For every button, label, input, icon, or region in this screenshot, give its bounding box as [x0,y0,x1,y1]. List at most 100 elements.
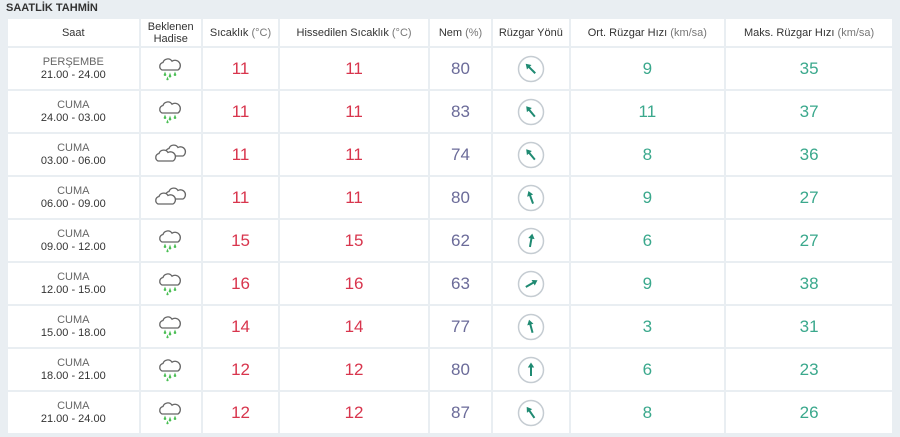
header-wind-direction: Rüzgar Yönü [493,19,569,46]
weather-icon-cell [140,349,201,390]
time-range: 21.00 - 24.00 [40,68,106,81]
cloudy-icon [154,143,186,162]
time-range: 15.00 - 18.00 [40,326,106,339]
header-max-wind-speed: Maks. Rüzgar Hızı (km/sa) [726,19,892,46]
wind-direction-arrow-icon [517,184,545,211]
humidity-value: 80 [429,177,492,218]
time-range: 24.00 - 03.00 [40,111,106,124]
temperature-value: 11 [202,48,279,89]
wind-direction-cell [493,48,569,89]
wind-direction-cell [493,349,569,390]
wind-direction-cell [493,134,569,175]
time-cell: CUMA 09.00 - 12.00 [8,220,139,261]
weather-icon-cell [140,263,201,304]
time-cell: CUMA 24.00 - 03.00 [8,91,139,132]
temperature-value: 11 [202,177,279,218]
humidity-value: 77 [429,306,492,347]
temperature-value: 12 [202,392,279,433]
time-range: 21.00 - 24.00 [40,412,106,425]
max-wind-speed-value: 37 [726,91,892,132]
max-wind-speed-value: 27 [726,220,892,261]
header-row: Saat Beklenen Hadise Sıcaklık (°C) Hissed… [8,19,892,46]
table-row: CUMA 15.00 - 18.00 14 14 77 3 31 [8,306,892,347]
avg-wind-speed-value: 9 [570,263,725,304]
day-label: CUMA [57,270,90,283]
temperature-value: 14 [202,306,279,347]
header-feels-like: Hissedilen Sıcaklık (°C) [280,19,428,46]
feels-like-value: 11 [280,177,428,218]
day-label: CUMA [57,184,90,197]
wind-direction-cell [493,306,569,347]
hourly-forecast-table: Saat Beklenen Hadise Sıcaklık (°C) Hissed… [6,17,894,435]
temperature-value: 16 [202,263,279,304]
humidity-value: 87 [429,392,492,433]
humidity-value: 80 [429,48,492,89]
header-expected-event: Beklenen Hadise [140,19,201,46]
feels-like-value: 11 [280,134,428,175]
time-range: 06.00 - 09.00 [40,197,106,210]
feels-like-value: 15 [280,220,428,261]
day-label: CUMA [57,141,90,154]
wind-direction-arrow-icon [517,55,545,82]
time-range: 09.00 - 12.00 [40,240,106,253]
humidity-value: 74 [429,134,492,175]
time-cell: CUMA 03.00 - 06.00 [8,134,139,175]
wind-direction-arrow-icon [517,399,545,426]
day-label: CUMA [57,313,90,326]
time-cell: PERŞEMBE 21.00 - 24.00 [8,48,139,89]
weather-icon-cell [140,220,201,261]
time-cell: CUMA 18.00 - 21.00 [8,349,139,390]
rain-cloud-icon [158,315,181,338]
feels-like-value: 11 [280,48,428,89]
feels-like-value: 14 [280,306,428,347]
max-wind-speed-value: 27 [726,177,892,218]
day-label: CUMA [57,227,90,240]
day-label: CUMA [57,356,90,369]
wind-direction-arrow-icon [517,313,545,340]
avg-wind-speed-value: 9 [570,177,725,218]
time-range: 18.00 - 21.00 [40,369,106,382]
temperature-value: 15 [202,220,279,261]
day-label: CUMA [57,98,90,111]
max-wind-speed-value: 26 [726,392,892,433]
day-label: CUMA [57,399,90,412]
time-cell: CUMA 12.00 - 15.00 [8,263,139,304]
rain-cloud-icon [158,229,181,252]
time-cell: CUMA 15.00 - 18.00 [8,306,139,347]
weather-icon-cell [140,48,201,89]
header-humidity: Nem (%) [429,19,492,46]
weather-icon-cell [140,306,201,347]
day-label: PERŞEMBE [42,55,104,68]
rain-cloud-icon [158,57,181,80]
weather-icon-cell [140,91,201,132]
wind-direction-arrow-icon [517,98,545,125]
time-range: 12.00 - 15.00 [40,283,106,296]
table-row: CUMA 24.00 - 03.00 11 11 83 11 37 [8,91,892,132]
table-row: PERŞEMBE 21.00 - 24.00 11 11 80 9 35 [8,48,892,89]
avg-wind-speed-value: 6 [570,349,725,390]
header-time: Saat [8,19,139,46]
section-title: SAATLİK TAHMİN [6,2,98,14]
temperature-value: 12 [202,349,279,390]
table-row: CUMA 09.00 - 12.00 15 15 62 6 27 [8,220,892,261]
temperature-value: 11 [202,134,279,175]
header-temperature: Sıcaklık (°C) [202,19,279,46]
rain-cloud-icon [158,401,181,424]
cloudy-icon [154,186,186,205]
time-range: 03.00 - 06.00 [40,154,106,167]
feels-like-value: 12 [280,349,428,390]
wind-direction-cell [493,91,569,132]
max-wind-speed-value: 35 [726,48,892,89]
weather-icon-cell [140,134,201,175]
wind-direction-cell [493,220,569,261]
weather-icon-cell [140,392,201,433]
temperature-value: 11 [202,91,279,132]
wind-direction-arrow-icon [517,270,545,297]
max-wind-speed-value: 31 [726,306,892,347]
rain-cloud-icon [158,272,181,295]
wind-direction-arrow-icon [517,227,545,254]
wind-direction-cell [493,263,569,304]
table-row: CUMA 18.00 - 21.00 12 12 80 6 23 [8,349,892,390]
avg-wind-speed-value: 6 [570,220,725,261]
table-row: CUMA 12.00 - 15.00 16 16 63 9 38 [8,263,892,304]
